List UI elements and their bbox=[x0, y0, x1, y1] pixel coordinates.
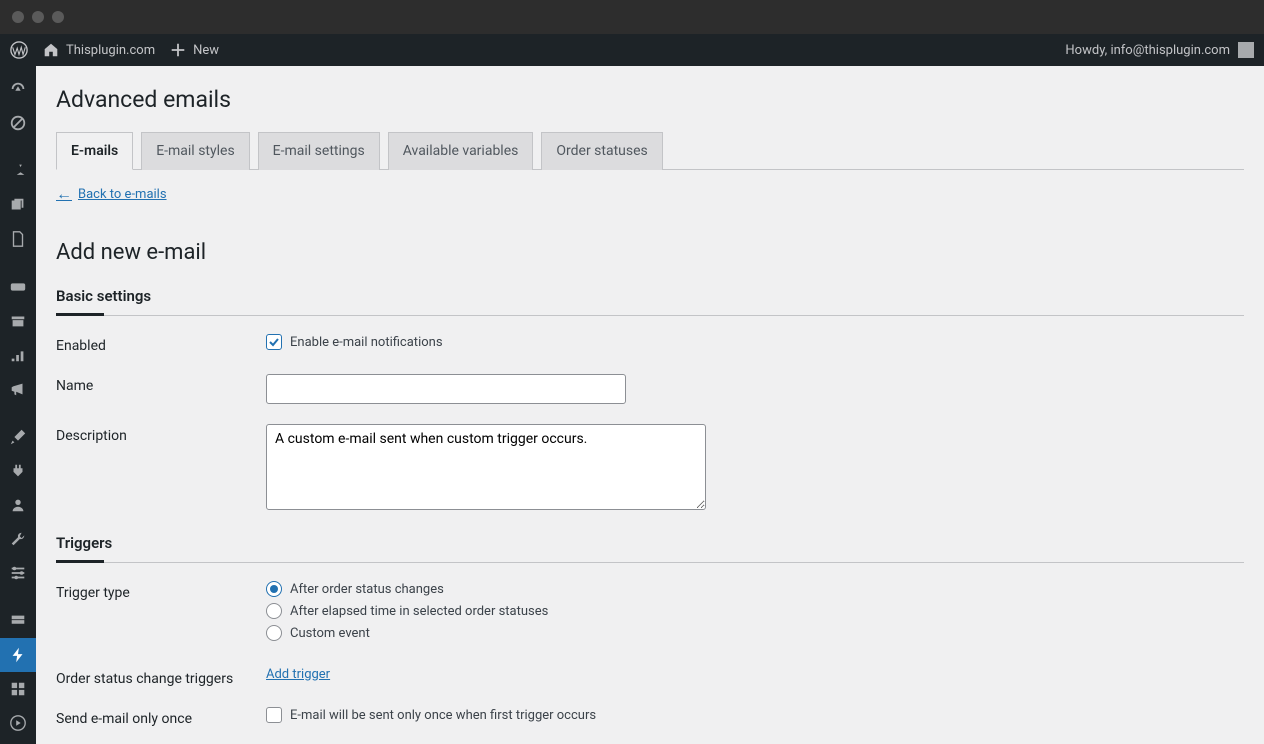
avatar[interactable] bbox=[1238, 42, 1254, 58]
megaphone-icon bbox=[9, 380, 27, 398]
sidebar-item-custom2[interactable] bbox=[0, 672, 36, 706]
sidebar-item-posts[interactable] bbox=[0, 154, 36, 188]
trigger-radio-1[interactable] bbox=[266, 603, 282, 619]
howdy-text[interactable]: Howdy, info@thisplugin.com bbox=[1065, 43, 1230, 58]
grid-icon bbox=[9, 680, 27, 698]
sidebar-item-custom3[interactable] bbox=[0, 706, 36, 740]
tab-e-mails[interactable]: E-mails bbox=[56, 132, 133, 170]
arrow-left-icon: ← bbox=[56, 184, 72, 204]
sidebar-item-custom1[interactable] bbox=[0, 604, 36, 638]
trigger-radio-label: After order status changes bbox=[290, 582, 444, 597]
tab-available-variables[interactable]: Available variables bbox=[388, 132, 534, 170]
send-once-checkbox-row[interactable]: E-mail will be sent only once when first… bbox=[266, 707, 1244, 723]
admin-sidebar bbox=[0, 66, 36, 744]
traffic-light-minimize[interactable] bbox=[32, 11, 44, 23]
sidebar-item-updates[interactable] bbox=[0, 106, 36, 140]
send-once-label: Send e-mail only once bbox=[56, 707, 266, 727]
status-change-label: Order status change triggers bbox=[56, 667, 266, 687]
sidebar-item-analytics[interactable] bbox=[0, 338, 36, 372]
traffic-light-close[interactable] bbox=[12, 11, 24, 23]
triggers-heading: Triggers bbox=[56, 534, 1244, 563]
media-icon bbox=[9, 196, 27, 214]
page-icon bbox=[9, 230, 27, 248]
trigger-radio-2[interactable] bbox=[266, 625, 282, 641]
tab-e-mail-settings[interactable]: E-mail settings bbox=[258, 132, 380, 170]
description-textarea[interactable] bbox=[266, 424, 706, 510]
page-title: Advanced emails bbox=[56, 86, 1244, 113]
wp-logo[interactable] bbox=[10, 41, 28, 59]
enabled-checkbox-row[interactable]: Enable e-mail notifications bbox=[266, 334, 1244, 350]
sidebar-item-plugins[interactable] bbox=[0, 454, 36, 488]
add-trigger-link[interactable]: Add trigger bbox=[266, 667, 330, 682]
sidebar-item-marketing[interactable] bbox=[0, 372, 36, 406]
site-link[interactable]: Thisplugin.com bbox=[42, 41, 155, 59]
enabled-label: Enabled bbox=[56, 334, 266, 354]
enabled-checkbox[interactable] bbox=[266, 334, 282, 350]
sidebar-item-woo[interactable] bbox=[0, 270, 36, 304]
circle-slash-icon bbox=[9, 114, 27, 132]
home-icon bbox=[42, 41, 60, 59]
gauge-icon bbox=[9, 80, 27, 98]
plug-icon bbox=[9, 462, 27, 480]
wrench-icon bbox=[9, 530, 27, 548]
trigger-option-0[interactable]: After order status changes bbox=[266, 581, 1244, 597]
enabled-checkbox-label: Enable e-mail notifications bbox=[290, 335, 443, 350]
main-content: Advanced emails E-mailsE-mail stylesE-ma… bbox=[36, 66, 1264, 744]
archive-icon bbox=[9, 312, 27, 330]
tab-e-mail-styles[interactable]: E-mail styles bbox=[141, 132, 249, 170]
sidebar-item-tools[interactable] bbox=[0, 522, 36, 556]
trigger-radio-label: After elapsed time in selected order sta… bbox=[290, 604, 548, 619]
trigger-option-2[interactable]: Custom event bbox=[266, 625, 1244, 641]
name-input[interactable] bbox=[266, 374, 626, 404]
send-once-checkbox[interactable] bbox=[266, 707, 282, 723]
woo-icon bbox=[9, 278, 27, 296]
tabs: E-mailsE-mail stylesE-mail settingsAvail… bbox=[56, 131, 1244, 170]
new-label: New bbox=[193, 43, 219, 58]
trigger-radio-0[interactable] bbox=[266, 581, 282, 597]
section-title: Add new e-mail bbox=[56, 240, 1244, 265]
window-titlebar bbox=[0, 0, 1264, 34]
traffic-light-zoom[interactable] bbox=[52, 11, 64, 23]
bolt-icon bbox=[9, 646, 27, 664]
sidebar-item-pages[interactable] bbox=[0, 222, 36, 256]
sliders-icon bbox=[9, 564, 27, 582]
trigger-type-label: Trigger type bbox=[56, 581, 266, 647]
bar-chart-icon bbox=[9, 346, 27, 364]
stack-icon bbox=[9, 612, 27, 630]
plus-icon bbox=[169, 41, 187, 59]
wp-adminbar: Thisplugin.com New Howdy, info@thisplugi… bbox=[0, 34, 1264, 66]
site-name: Thisplugin.com bbox=[66, 43, 155, 58]
sidebar-item-users[interactable] bbox=[0, 488, 36, 522]
description-label: Description bbox=[56, 424, 266, 514]
back-link-label: Back to e-mails bbox=[78, 187, 167, 202]
sidebar-item-appearance[interactable] bbox=[0, 420, 36, 454]
check-icon bbox=[268, 336, 280, 348]
user-icon bbox=[9, 496, 27, 514]
play-circle-icon bbox=[9, 714, 27, 732]
send-once-checkbox-label: E-mail will be sent only once when first… bbox=[290, 708, 596, 723]
trigger-radio-label: Custom event bbox=[290, 626, 370, 641]
sidebar-item-dashboard[interactable] bbox=[0, 72, 36, 106]
back-to-emails-link[interactable]: ← Back to e-mails bbox=[56, 184, 167, 204]
trigger-option-1[interactable]: After elapsed time in selected order sta… bbox=[266, 603, 1244, 619]
brush-icon bbox=[9, 428, 27, 446]
new-content[interactable]: New bbox=[169, 41, 219, 59]
basic-settings-heading: Basic settings bbox=[56, 287, 1244, 316]
name-label: Name bbox=[56, 374, 266, 404]
sidebar-item-settings[interactable] bbox=[0, 556, 36, 590]
pin-icon bbox=[9, 162, 27, 180]
sidebar-item-media[interactable] bbox=[0, 188, 36, 222]
sidebar-item-products[interactable] bbox=[0, 304, 36, 338]
sidebar-item-thisplugin[interactable] bbox=[0, 638, 36, 672]
tab-order-statuses[interactable]: Order statuses bbox=[541, 132, 662, 170]
